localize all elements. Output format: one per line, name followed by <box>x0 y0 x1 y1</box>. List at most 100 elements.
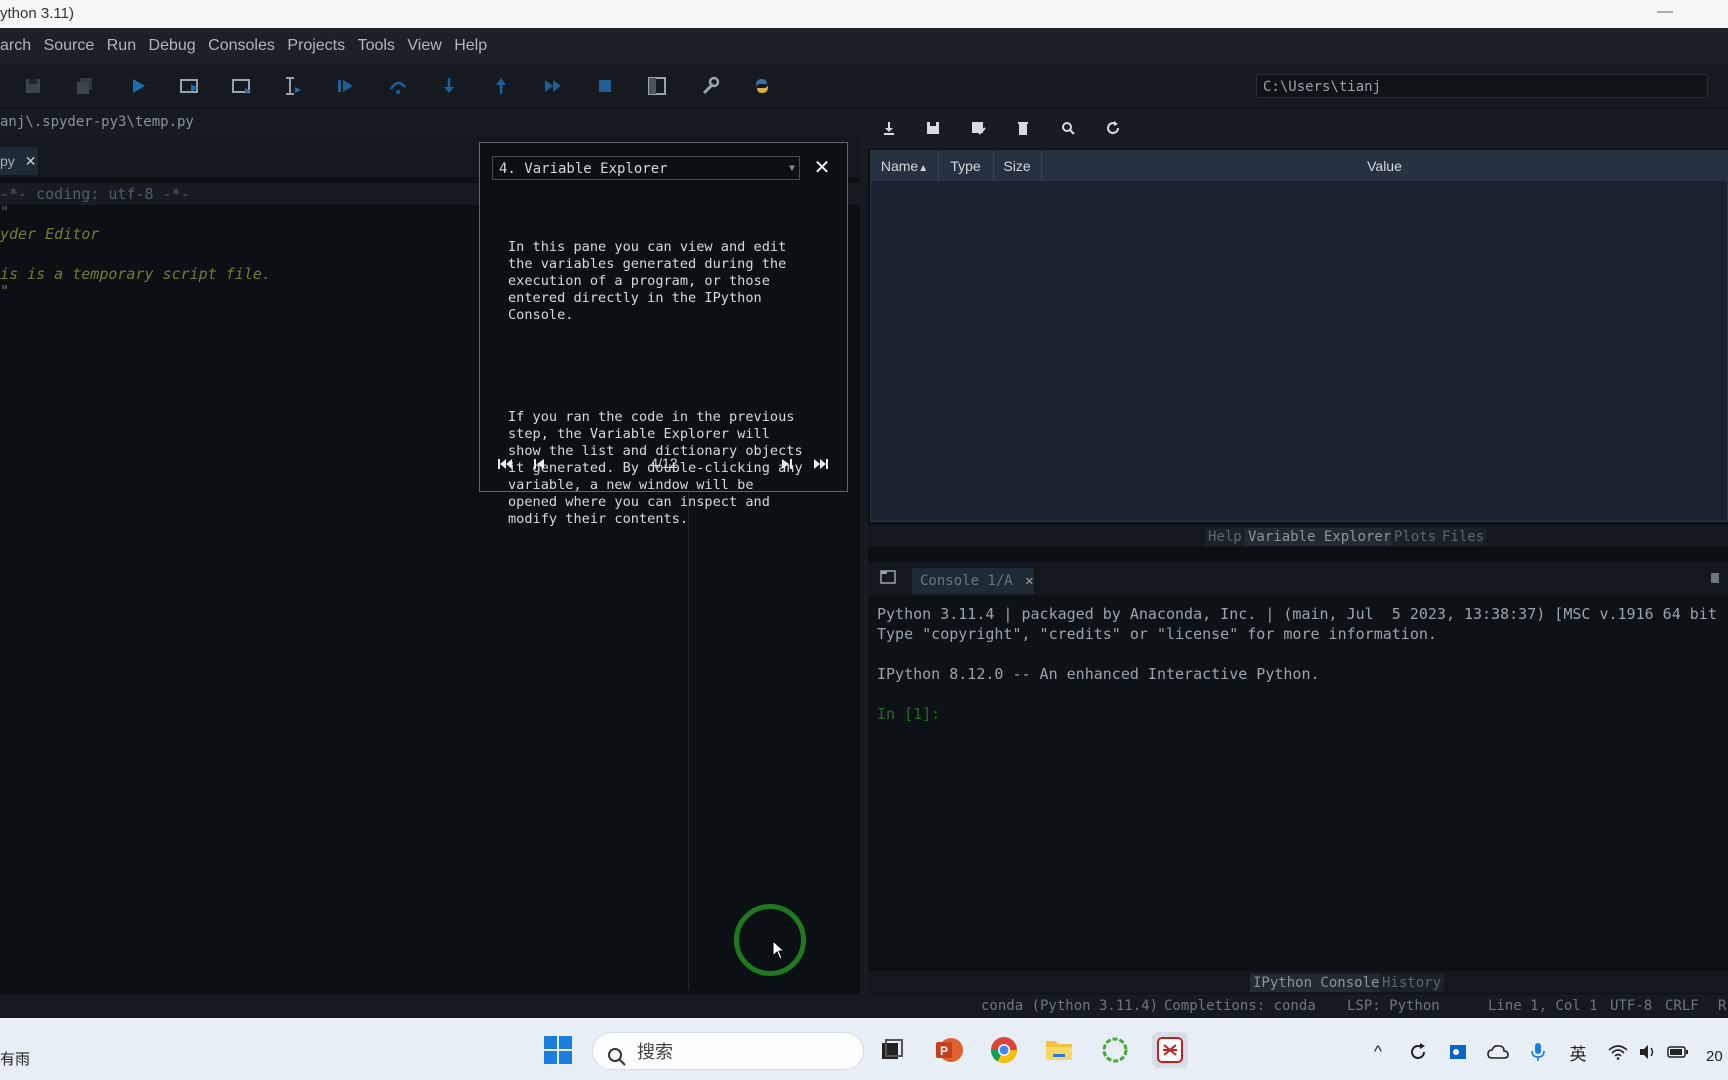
bottom-pane-tabs: IPython Console History <box>868 971 1728 993</box>
variable-explorer-toolbar <box>868 109 1728 149</box>
save-icon[interactable] <box>21 74 45 98</box>
wifi-icon[interactable] <box>1606 1040 1630 1064</box>
close-icon[interactable]: ✕ <box>812 158 832 178</box>
tab-files[interactable]: Files <box>1439 528 1488 546</box>
ipython-console[interactable] <box>870 597 1728 967</box>
next-step-icon[interactable] <box>776 455 798 473</box>
code-line[interactable]: " <box>0 203 9 221</box>
menu-help[interactable]: Help <box>454 28 487 64</box>
close-tab-icon[interactable]: ✕ <box>25 153 37 169</box>
variable-table[interactable] <box>870 150 1728 522</box>
run-cell-icon[interactable] <box>178 74 202 98</box>
close-console-icon[interactable]: ✕ <box>1025 573 1033 589</box>
taskbar-search-box[interactable]: 搜索 <box>592 1032 864 1070</box>
code-line[interactable]: yder Editor <box>0 225 99 243</box>
edge-line <box>688 490 689 990</box>
debug-icon[interactable] <box>334 74 358 98</box>
outlook-icon[interactable] <box>1446 1040 1470 1064</box>
show-hidden-icons-icon[interactable]: ^ <box>1366 1040 1390 1064</box>
tab-ipython-console[interactable]: IPython Console <box>1250 974 1383 992</box>
menu-bar: arch Source Run Debug Consoles Projects … <box>0 28 1728 64</box>
python-path-icon[interactable] <box>750 74 774 98</box>
first-step-icon[interactable] <box>494 455 516 473</box>
window-title: ython 3.11) <box>0 5 74 22</box>
onedrive-icon[interactable] <box>1486 1040 1510 1064</box>
run-selection-icon[interactable] <box>282 74 306 98</box>
taskbar-clock[interactable]: 20 <box>1706 1048 1723 1065</box>
tour-paragraph: In this pane you can view and edit the v… <box>508 239 787 323</box>
step-icon[interactable] <box>386 74 410 98</box>
working-directory-field[interactable]: C:\Users\tianj <box>1256 74 1708 98</box>
menu-debug[interactable]: Debug <box>149 28 196 64</box>
minimize-button[interactable]: — <box>1642 0 1688 28</box>
sync-icon[interactable] <box>1406 1040 1430 1064</box>
tour-step-select[interactable]: 4. Variable Explorer ▼ <box>492 156 800 180</box>
stop-icon[interactable] <box>593 74 617 98</box>
console-tab[interactable]: Console 1/A ✕ <box>912 568 1034 594</box>
menu-source[interactable]: Source <box>44 28 95 64</box>
remove-all-icon[interactable] <box>1013 118 1033 138</box>
save-data-icon[interactable] <box>923 118 943 138</box>
click-indicator-ring <box>734 904 806 976</box>
chrome-icon[interactable] <box>986 1032 1022 1068</box>
editor-file-tab[interactable]: py ✕ <box>0 147 38 175</box>
column-type-header[interactable]: Type <box>938 151 994 181</box>
run-icon[interactable] <box>126 74 150 98</box>
tab-help[interactable]: Help <box>1205 528 1245 546</box>
browse-tabs-icon[interactable] <box>880 570 896 589</box>
code-line[interactable]: " <box>0 282 9 300</box>
battery-icon[interactable] <box>1666 1040 1690 1064</box>
tab-history[interactable]: History <box>1379 974 1445 992</box>
column-size-header[interactable]: Size <box>993 151 1042 181</box>
console-line: Type "copyright", "credits" or "license"… <box>877 625 1437 643</box>
maximize-pane-icon[interactable] <box>645 74 669 98</box>
previous-step-icon[interactable] <box>528 455 550 473</box>
windows-start-icon[interactable] <box>540 1032 576 1068</box>
status-completions[interactable]: Completions: conda <box>1164 994 1316 1018</box>
input-method-indicator[interactable]: 英 <box>1566 1040 1590 1064</box>
column-name-header[interactable]: Name▲ <box>871 151 939 181</box>
continue-icon[interactable] <box>541 74 565 98</box>
menu-projects[interactable]: Projects <box>287 28 345 64</box>
volume-icon[interactable] <box>1636 1040 1660 1064</box>
status-environment[interactable]: conda (Python 3.11.4) <box>981 994 1158 1018</box>
anaconda-icon[interactable] <box>1097 1032 1133 1068</box>
file-explorer-icon[interactable] <box>1041 1032 1077 1068</box>
menu-run[interactable]: Run <box>107 28 136 64</box>
menu-view[interactable]: View <box>407 28 441 64</box>
powerpoint-icon[interactable]: P <box>931 1032 967 1068</box>
last-step-icon[interactable] <box>810 455 832 473</box>
chevron-down-icon[interactable]: ▼ <box>789 157 795 181</box>
variable-table-header: Name▲ Type Size Value <box>871 151 1728 181</box>
import-data-icon[interactable] <box>879 118 899 138</box>
microphone-icon[interactable] <box>1526 1040 1550 1064</box>
preferences-wrench-icon[interactable] <box>698 74 722 98</box>
tour-step-counter: 4/12 <box>650 455 678 471</box>
save-data-as-icon[interactable] <box>968 118 988 138</box>
tab-plots[interactable]: Plots <box>1391 528 1440 546</box>
spyder-icon[interactable] <box>1152 1032 1188 1068</box>
refresh-icon[interactable] <box>1103 118 1123 138</box>
menu-tools[interactable]: Tools <box>358 28 395 64</box>
search-icon[interactable] <box>1058 118 1078 138</box>
run-cell-advance-icon[interactable] <box>230 74 254 98</box>
window-title-bar: ython 3.11) <box>0 0 1728 28</box>
step-into-icon[interactable] <box>437 74 461 98</box>
code-line[interactable]: -*- coding: utf-8 -*- <box>0 185 190 203</box>
weather-widget[interactable]: 有雨 <box>0 1048 30 1069</box>
tab-variable-explorer[interactable]: Variable Explorer <box>1245 528 1395 546</box>
menu-consoles[interactable]: Consoles <box>208 28 275 64</box>
svg-text:P: P <box>940 1044 948 1058</box>
console-prompt[interactable]: In [1]: <box>877 705 940 723</box>
console-line: IPython 8.12.0 -- An enhanced Interactiv… <box>877 665 1320 683</box>
editor-file-path: anj\.spyder-py3\temp.py <box>0 109 860 135</box>
save-all-icon[interactable] <box>73 74 97 98</box>
menu-search[interactable]: arch <box>0 28 31 64</box>
pane-splitter[interactable] <box>860 109 868 994</box>
console-options-icon[interactable] <box>1709 570 1721 589</box>
step-return-icon[interactable] <box>489 74 513 98</box>
status-lsp[interactable]: LSP: Python <box>1347 994 1440 1018</box>
column-value-header[interactable]: Value <box>1041 151 1728 181</box>
code-line[interactable]: is is a temporary script file. <box>0 265 271 283</box>
task-view-icon[interactable] <box>874 1032 910 1068</box>
